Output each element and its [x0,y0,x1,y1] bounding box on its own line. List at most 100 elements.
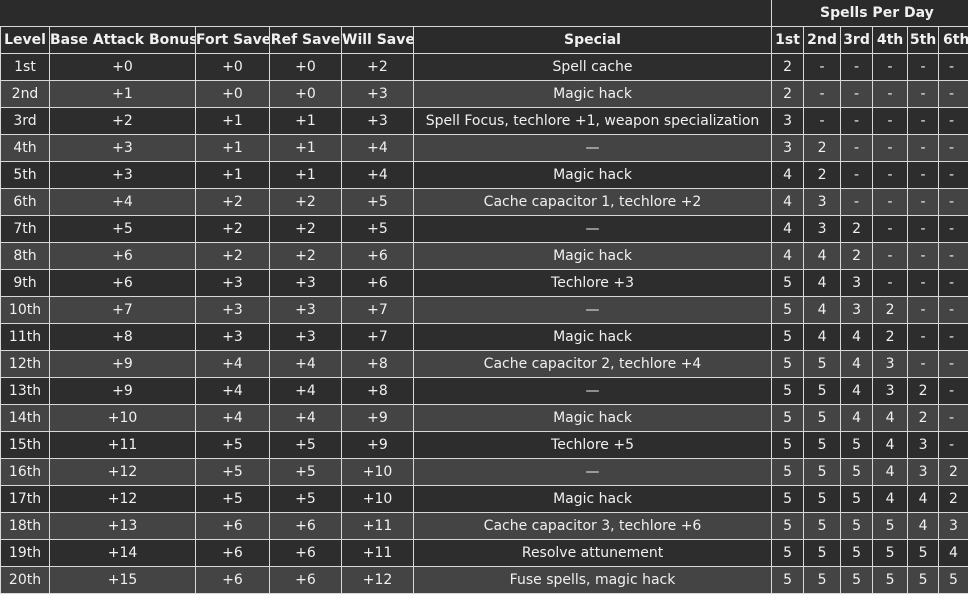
cell-level: 20th [1,567,50,594]
cell-spells-per-day: - [873,162,908,189]
cell-ref-save: +6 [270,513,342,540]
cell-spells-per-day: - [908,108,939,135]
table-row: 5th+3+1+1+4Magic hack42---- [1,162,968,189]
col-header-spell-3rd: 3rd [841,27,873,54]
cell-spells-per-day: 4 [804,324,841,351]
cell-base-attack-bonus: +3 [50,162,196,189]
cell-will-save: +8 [342,351,414,378]
cell-ref-save: +2 [270,189,342,216]
cell-base-attack-bonus: +13 [50,513,196,540]
cell-spells-per-day: 5 [939,567,968,594]
cell-spells-per-day: - [873,243,908,270]
cell-spells-per-day: 3 [804,216,841,243]
cell-spells-per-day: - [873,54,908,81]
cell-spells-per-day: - [908,162,939,189]
cell-spells-per-day: 4 [873,486,908,513]
cell-special: — [414,297,772,324]
cell-level: 14th [1,405,50,432]
cell-spells-per-day: 5 [908,540,939,567]
cell-spells-per-day: 5 [772,378,804,405]
cell-base-attack-bonus: +15 [50,567,196,594]
cell-ref-save: +6 [270,540,342,567]
cell-spells-per-day: 5 [873,540,908,567]
table-row: 13th+9+4+4+8—55432- [1,378,968,405]
cell-fort-save: +3 [196,270,270,297]
cell-spells-per-day: - [908,351,939,378]
cell-base-attack-bonus: +0 [50,54,196,81]
cell-ref-save: +2 [270,243,342,270]
col-header-base-attack-bonus: Base Attack Bonus [50,27,196,54]
cell-special: Magic hack [414,486,772,513]
cell-spells-per-day: 5 [873,513,908,540]
cell-base-attack-bonus: +6 [50,270,196,297]
cell-spells-per-day: - [873,81,908,108]
cell-spells-per-day: 3 [804,189,841,216]
cell-spells-per-day: - [841,108,873,135]
cell-spells-per-day: 5 [772,432,804,459]
cell-spells-per-day: - [939,162,968,189]
cell-fort-save: +4 [196,378,270,405]
cell-spells-per-day: 2 [804,162,841,189]
cell-spells-per-day: 2 [873,297,908,324]
cell-base-attack-bonus: +10 [50,405,196,432]
cell-spells-per-day: 2 [841,216,873,243]
cell-spells-per-day: 4 [873,405,908,432]
cell-spells-per-day: 3 [841,297,873,324]
cell-ref-save: +1 [270,162,342,189]
cell-special: Fuse spells, magic hack [414,567,772,594]
cell-special: Cache capacitor 2, techlore +4 [414,351,772,378]
cell-fort-save: +0 [196,81,270,108]
cell-will-save: +8 [342,378,414,405]
cell-will-save: +6 [342,270,414,297]
cell-spells-per-day: 5 [804,513,841,540]
cell-spells-per-day: 2 [939,459,968,486]
table-row: 15th+11+5+5+9Techlore +555543- [1,432,968,459]
class-progression-table: Spells Per Day Level Base Attack Bonus F… [0,0,968,594]
cell-spells-per-day: 4 [804,270,841,297]
table-row: 12th+9+4+4+8Cache capacitor 2, techlore … [1,351,968,378]
cell-level: 6th [1,189,50,216]
cell-spells-per-day: - [841,189,873,216]
cell-fort-save: +2 [196,189,270,216]
cell-will-save: +4 [342,162,414,189]
cell-spells-per-day: - [939,324,968,351]
cell-will-save: +9 [342,432,414,459]
cell-spells-per-day: 4 [873,432,908,459]
cell-special: Magic hack [414,405,772,432]
cell-level: 3rd [1,108,50,135]
cell-special: — [414,459,772,486]
cell-level: 13th [1,378,50,405]
cell-spells-per-day: - [939,216,968,243]
cell-ref-save: +3 [270,270,342,297]
spells-per-day-header: Spells Per Day [772,0,968,27]
cell-spells-per-day: 3 [772,135,804,162]
cell-will-save: +5 [342,189,414,216]
cell-special: — [414,135,772,162]
cell-base-attack-bonus: +1 [50,81,196,108]
cell-will-save: +11 [342,513,414,540]
cell-spells-per-day: - [804,81,841,108]
cell-spells-per-day: 4 [772,243,804,270]
cell-spells-per-day: 5 [873,567,908,594]
cell-spells-per-day: 4 [939,540,968,567]
cell-level: 1st [1,54,50,81]
cell-ref-save: +2 [270,216,342,243]
cell-spells-per-day: - [939,189,968,216]
cell-special: Magic hack [414,162,772,189]
table-row: 11th+8+3+3+7Magic hack5442-- [1,324,968,351]
cell-spells-per-day: 4 [804,297,841,324]
cell-special: Cache capacitor 3, techlore +6 [414,513,772,540]
cell-level: 5th [1,162,50,189]
cell-spells-per-day: 3 [873,378,908,405]
cell-spells-per-day: 2 [873,324,908,351]
cell-spells-per-day: 3 [908,459,939,486]
cell-special: Techlore +3 [414,270,772,297]
col-header-spell-6th: 6th [939,27,968,54]
cell-spells-per-day: 5 [841,540,873,567]
cell-spells-per-day: - [939,405,968,432]
cell-base-attack-bonus: +12 [50,486,196,513]
table-row: 16th+12+5+5+10—555432 [1,459,968,486]
cell-spells-per-day: - [908,189,939,216]
cell-will-save: +12 [342,567,414,594]
cell-spells-per-day: 5 [804,540,841,567]
